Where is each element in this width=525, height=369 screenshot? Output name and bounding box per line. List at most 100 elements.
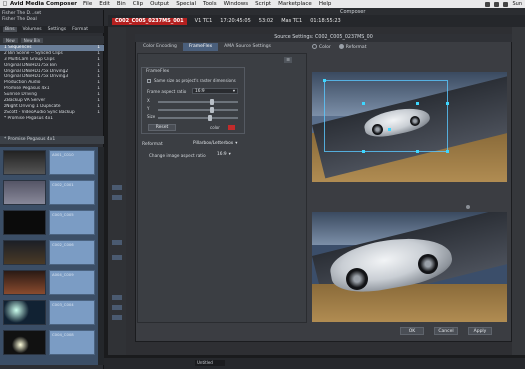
reset-button[interactable]: Reset (148, 124, 176, 131)
crop-handle[interactable] (323, 79, 326, 82)
menu-bin[interactable]: Bin (117, 1, 126, 7)
sequence-field[interactable]: Untitled (195, 360, 225, 366)
size-slider-track[interactable] (158, 117, 238, 119)
bin-list: 1 Sequences 1 2 Bin Scene -- Synced Clips… (0, 45, 104, 122)
clip-frame[interactable]: C002_C001 (3, 180, 95, 205)
tab-frameflex[interactable]: FrameFlex (182, 43, 219, 51)
new-bin-button[interactable]: New Bin (20, 37, 44, 43)
tool-button[interactable] (112, 295, 122, 300)
tool-button[interactable] (112, 185, 122, 190)
menu-file[interactable]: File (83, 1, 92, 7)
clip-thumbnail (3, 150, 46, 175)
clip-card[interactable]: A004_C009 (49, 270, 95, 295)
clip-card[interactable]: C003_C004 (49, 300, 95, 325)
master-label[interactable]: Mas TC1 (281, 18, 302, 24)
bin-frame-view: A001_C010 C002_C001 C003_C005 C002_C006 … (0, 147, 98, 365)
menu-bar:  Avid Media Composer File Edit Bin Clip… (0, 0, 525, 8)
dialog-tabs: Color Encoding FrameFlex AMA Source Sett… (137, 43, 277, 51)
timecode-master: 01:18:55:23 (310, 18, 341, 24)
change-aspect-select[interactable]: 16:9 ▾ (215, 152, 241, 158)
tab-volumes[interactable]: Volumes (23, 27, 42, 32)
battery-icon[interactable] (503, 1, 509, 7)
apple-menu[interactable]:  (0, 1, 10, 7)
size-slider-handle[interactable] (208, 115, 212, 121)
reformat-radio[interactable]: Reformat (338, 44, 366, 50)
clock[interactable]: Sun (512, 1, 522, 7)
apply-button[interactable]: Apply (468, 327, 492, 335)
reformat-select[interactable]: Pillarbox/Letterbox ▾ (191, 141, 241, 147)
app-menu[interactable]: Avid Media Composer (10, 1, 77, 7)
size-label: Size (147, 114, 156, 119)
y-slider-track[interactable] (158, 109, 238, 111)
tab-color-encoding[interactable]: Color Encoding (137, 43, 183, 51)
same-size-checkbox[interactable] (147, 79, 151, 83)
menu-clip[interactable]: Clip (133, 1, 143, 7)
clip-frame[interactable]: C002_C006 (3, 240, 95, 265)
track-label[interactable]: V1 TC1 (195, 18, 213, 24)
new-button[interactable]: New (3, 37, 18, 43)
pane-menu-icon[interactable]: ☰ (284, 57, 292, 63)
crop-handle[interactable] (388, 128, 391, 131)
wifi-icon[interactable] (485, 1, 491, 7)
tab-format[interactable]: Format (72, 27, 88, 32)
crop-handle[interactable] (362, 102, 365, 105)
clip-thumbnail (3, 180, 46, 205)
tab-bins[interactable]: Bins (3, 27, 17, 32)
bin-window-title[interactable]: * Promise Pegasus 4x1 (0, 136, 104, 144)
menu-script[interactable]: Script (255, 1, 271, 7)
clip-name-field[interactable]: C002_C005_0237MS_001 (112, 17, 187, 25)
y-slider-handle[interactable] (210, 107, 214, 113)
clip-card[interactable]: C002_C001 (49, 180, 95, 205)
sand (312, 283, 507, 322)
aspect-ratio-select[interactable]: 16:9 ▾ (192, 88, 238, 94)
crop-handle[interactable] (446, 102, 449, 105)
source-preview[interactable] (312, 72, 507, 182)
crop-handle[interactable] (362, 150, 365, 153)
clip-thumbnail (3, 240, 46, 265)
reformat-label: Reformat (142, 142, 163, 147)
tool-button[interactable] (112, 195, 122, 200)
clip-card[interactable]: A001_C010 (49, 150, 95, 175)
clip-card[interactable]: C002_C006 (49, 240, 95, 265)
menu-help[interactable]: Help (319, 1, 332, 7)
cancel-button[interactable]: Cancel (434, 327, 458, 335)
menu-windows[interactable]: Windows (224, 1, 249, 7)
clip-card[interactable]: C004_C008 (49, 330, 95, 355)
crop-handle[interactable] (446, 150, 449, 153)
clip-card[interactable]: C003_C005 (49, 210, 95, 235)
x-label: X (147, 98, 150, 103)
chevron-down-icon: ▾ (228, 152, 231, 157)
clip-frame[interactable]: A004_C009 (3, 270, 95, 295)
tab-settings[interactable]: Settings (48, 27, 66, 32)
tool-button[interactable] (112, 240, 122, 245)
crop-box[interactable] (324, 80, 448, 152)
tab-ama-source-settings[interactable]: AMA Source Settings (218, 43, 277, 51)
color-swatch[interactable] (228, 125, 235, 130)
menu-tools[interactable]: Tools (203, 1, 217, 7)
clip-frame[interactable]: C003_C004 (3, 300, 95, 325)
x-slider-handle[interactable] (210, 99, 214, 105)
tool-button[interactable] (112, 315, 122, 320)
duration: 53:02 (258, 18, 274, 24)
ok-button[interactable]: OK (400, 327, 424, 335)
output-preview (312, 212, 507, 322)
color-radio[interactable]: Color (312, 44, 331, 50)
menu-marketplace[interactable]: Marketplace (278, 1, 312, 7)
clip-frame[interactable]: A001_C010 (3, 150, 95, 175)
volume-icon[interactable] (494, 1, 500, 7)
crop-handle[interactable] (416, 150, 419, 153)
bin-scrollbar[interactable] (98, 147, 104, 365)
clip-frame[interactable]: C003_C005 (3, 210, 95, 235)
menu-special[interactable]: Special (176, 1, 196, 7)
change-aspect-label: Change image aspect ratio (149, 153, 206, 158)
crop-handle[interactable] (416, 102, 419, 105)
bin-buttons: New New Bin (0, 36, 104, 44)
same-size-label: Same size as project's raster dimensions (154, 78, 236, 83)
menu-edit[interactable]: Edit (99, 1, 110, 7)
x-slider-track[interactable] (158, 101, 238, 103)
tool-button[interactable] (112, 305, 122, 310)
clip-frame[interactable]: C004_C008 (3, 330, 95, 355)
list-item[interactable]: * Promise Pegasus 4x1 (0, 116, 104, 122)
menu-output[interactable]: Output (150, 1, 169, 7)
tool-button[interactable] (112, 255, 122, 260)
